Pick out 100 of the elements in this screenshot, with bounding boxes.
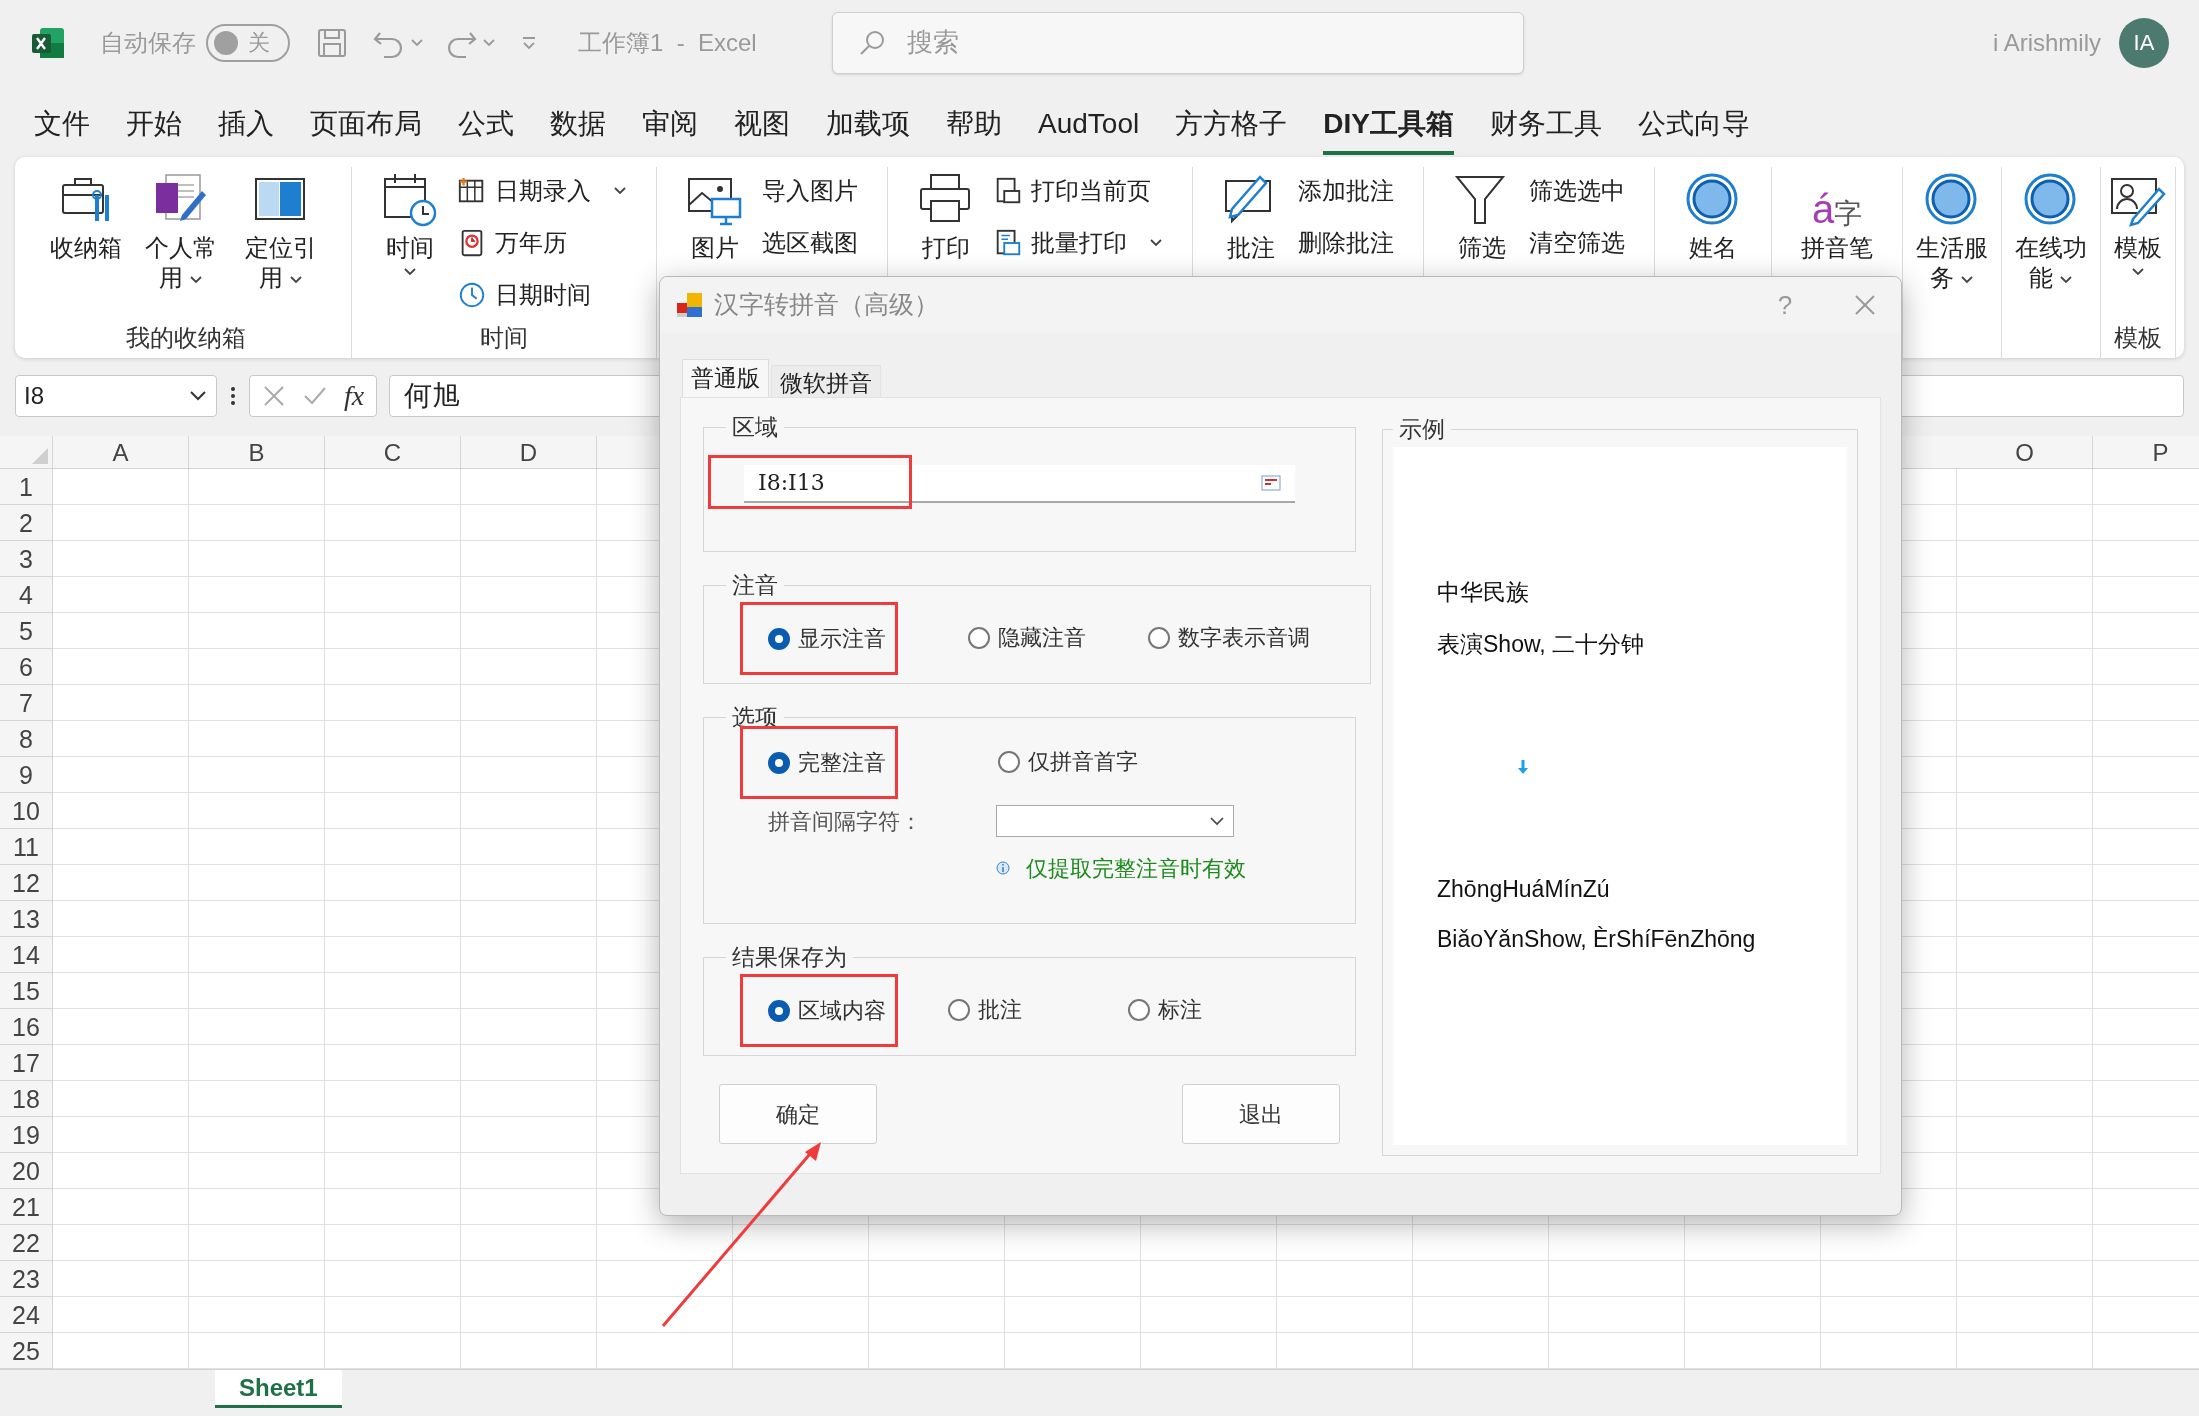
row-number[interactable]: 23 xyxy=(0,1261,52,1297)
separator-dropdown[interactable] xyxy=(996,805,1234,837)
column-header[interactable]: C xyxy=(325,436,461,468)
row-number[interactable]: 15 xyxy=(0,973,52,1009)
row-number[interactable]: 7 xyxy=(0,685,52,721)
menu-tab[interactable]: 数据 xyxy=(550,103,606,155)
ribbon-button[interactable]: 姓名 xyxy=(1684,167,1742,263)
ribbon-button[interactable]: 选区截图 xyxy=(762,221,858,265)
menu-tab[interactable]: 财务工具 xyxy=(1489,103,1602,155)
row-number[interactable]: 14 xyxy=(0,937,52,973)
row-number[interactable]: 11 xyxy=(0,829,52,865)
ribbon-button[interactable]: á字 拼音笔 xyxy=(1801,167,1873,263)
row-number[interactable]: 1 xyxy=(0,469,52,505)
column-header[interactable]: D xyxy=(461,436,597,468)
row-number[interactable]: 17 xyxy=(0,1045,52,1081)
menu-tab[interactable]: 页面布局 xyxy=(310,103,422,155)
close-icon xyxy=(1854,294,1876,316)
row-number[interactable]: 5 xyxy=(0,613,52,649)
row-number[interactable]: 21 xyxy=(0,1189,52,1225)
menu-tab[interactable]: 公式 xyxy=(458,103,514,155)
dialog-button[interactable]: 确定 xyxy=(719,1084,877,1144)
down-arrow-icon xyxy=(1517,758,1529,775)
ribbon-button[interactable]: 个人常用 xyxy=(140,167,222,293)
example-text: 表演Show, 二十分钟 xyxy=(1437,630,1646,659)
ribbon-button[interactable]: 导入图片 xyxy=(762,169,858,213)
row-number[interactable]: 4 xyxy=(0,577,52,613)
menu-tab[interactable]: 方方格子 xyxy=(1175,103,1288,155)
dialog-button[interactable]: 退出 xyxy=(1182,1084,1340,1144)
ribbon-button[interactable]: 在线功能 xyxy=(2010,167,2092,293)
row-number[interactable]: 2 xyxy=(0,505,52,541)
ribbon-button[interactable]: 时间 xyxy=(381,167,439,277)
ribbon-button[interactable]: 定位引用 xyxy=(240,167,322,293)
row-number[interactable]: 24 xyxy=(0,1297,52,1333)
row-number[interactable]: 18 xyxy=(0,1081,52,1117)
menu-tab[interactable]: 公式向导 xyxy=(1637,103,1750,155)
menu-tab[interactable]: 加载项 xyxy=(826,103,910,155)
column-header[interactable]: A xyxy=(53,436,189,468)
row-number[interactable]: 8 xyxy=(0,721,52,757)
radio-option[interactable]: 完整注音 xyxy=(768,746,886,779)
ribbon-button[interactable]: 清空筛选 xyxy=(1529,221,1625,265)
radio-option[interactable]: 数字表示音调 xyxy=(1148,621,1310,655)
ribbon-button[interactable]: 图片 xyxy=(686,167,744,263)
app-icon xyxy=(676,291,704,319)
search-field[interactable]: 搜索 xyxy=(832,11,1524,74)
ribbon-button[interactable]: 模板 xyxy=(2109,167,2167,277)
example-text: ZhōngHuáMínZú xyxy=(1437,874,1611,904)
user-avatar[interactable]: IA xyxy=(2119,17,2169,68)
ribbon-button[interactable]: 删除批注 xyxy=(1298,221,1394,265)
ribbon-button[interactable]: 筛选选中 xyxy=(1529,169,1625,213)
ribbon-button[interactable]: 生活服务 xyxy=(1911,167,1993,293)
dialog-tab[interactable]: 微软拼音 xyxy=(771,365,881,397)
group-title: 示例 xyxy=(1398,415,1446,444)
ribbon-button[interactable]: 筛选 xyxy=(1453,167,1511,263)
row-number[interactable]: 12 xyxy=(0,865,52,901)
separator-label: 拼音间隔字符： xyxy=(768,807,923,836)
menu-tab[interactable]: 文件 xyxy=(34,103,90,155)
row-number[interactable]: 10 xyxy=(0,793,52,829)
ribbon-button[interactable]: 万年历 xyxy=(457,221,627,265)
row-number[interactable]: 13 xyxy=(0,901,52,937)
ribbon-button[interactable]: 打印 xyxy=(917,167,975,263)
sheet-tab[interactable]: Sheet1 xyxy=(215,1370,342,1408)
menu-tab[interactable]: 视图 xyxy=(734,103,790,155)
menu-tab[interactable]: AudTool xyxy=(1038,103,1140,155)
radio-option[interactable]: 显示注音 xyxy=(768,622,886,655)
row-number[interactable]: 3 xyxy=(0,541,52,577)
ribbon-button[interactable]: 日期录入 xyxy=(457,169,627,213)
row-number[interactable]: 20 xyxy=(0,1153,52,1189)
dialog-tab[interactable]: 普通版 xyxy=(682,359,769,397)
document-title: 工作簿1 - Excel xyxy=(578,27,758,58)
calendar-clock-icon xyxy=(381,171,439,229)
radio-option[interactable]: 批注 xyxy=(948,993,1022,1027)
column-header[interactable]: O xyxy=(1957,436,2093,468)
radio-option[interactable]: 隐藏注音 xyxy=(968,621,1086,655)
ribbon-button[interactable]: 收纳箱 xyxy=(50,167,122,263)
example-text: 中华民族 xyxy=(1437,577,1530,607)
ribbon-button[interactable]: 打印当前页 xyxy=(993,169,1163,213)
radio-option[interactable]: 仅拼音首字 xyxy=(998,745,1138,779)
menu-tab[interactable]: 插入 xyxy=(218,103,274,155)
ribbon-button[interactable]: 批量打印 xyxy=(993,221,1163,265)
radio-option[interactable]: 标注 xyxy=(1128,993,1202,1027)
name-box[interactable]: I8 xyxy=(15,375,217,417)
ribbon-button[interactable]: 日期时间 xyxy=(457,273,627,317)
ribbon-button[interactable]: 添加批注 xyxy=(1298,169,1394,213)
collapse-icon xyxy=(1261,474,1281,491)
example-text: BiǎoYǎnShow, ÈrShíFēnZhōng xyxy=(1437,925,1757,954)
row-number[interactable]: 9 xyxy=(0,757,52,793)
row-number[interactable]: 6 xyxy=(0,649,52,685)
select-all-icon xyxy=(31,447,49,465)
menu-tab[interactable]: 开始 xyxy=(126,103,182,155)
column-header[interactable]: P xyxy=(2093,436,2199,468)
insert-function-button[interactable]: fx xyxy=(344,375,365,417)
menu-tab[interactable]: 帮助 xyxy=(946,103,1002,155)
column-header[interactable]: B xyxy=(189,436,325,468)
range-input[interactable]: I8:I13 xyxy=(744,464,1295,503)
menu-tab[interactable]: 审阅 xyxy=(642,103,698,155)
radio-option[interactable]: 区域内容 xyxy=(768,994,886,1027)
row-number[interactable]: 19 xyxy=(0,1117,52,1153)
ribbon-button[interactable]: 批注 xyxy=(1222,167,1280,263)
row-number[interactable]: 16 xyxy=(0,1009,52,1045)
row-number[interactable]: 22 xyxy=(0,1225,52,1261)
